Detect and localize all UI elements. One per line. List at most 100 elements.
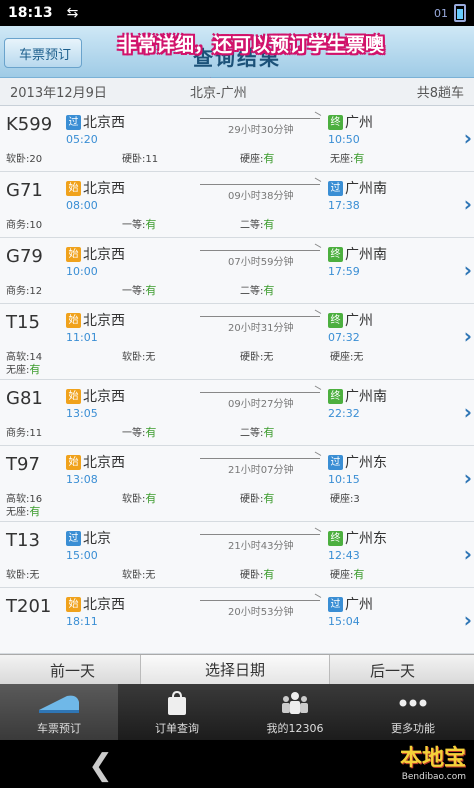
date-nav: 前一天 选择日期 后一天 (0, 654, 474, 685)
departure-station-name: 北京西 (83, 115, 125, 131)
tab-my-12306[interactable]: 我的12306 (236, 684, 354, 740)
train-code: G79 (6, 246, 43, 267)
station-tag-badge: 终 (328, 389, 343, 404)
status-bar: 18:13 ⇆ 01 (0, 0, 474, 26)
arrival-time: 17:59 (328, 265, 360, 278)
tab-more-functions[interactable]: 更多功能 (354, 684, 472, 740)
train-code: T201 (6, 596, 52, 617)
train-code: T15 (6, 312, 40, 333)
seat-type: 软卧: (122, 352, 146, 363)
seat-type: 一等: (122, 220, 146, 231)
watermark: 本地宝 Bendibao.com (400, 740, 466, 782)
seat-count: 有 (145, 492, 157, 505)
chevron-right-icon: › (463, 258, 472, 282)
seat-info: 二等:有 (240, 282, 274, 298)
seat-type: 一等: (122, 428, 146, 439)
prev-day-button[interactable]: 前一天 (50, 660, 95, 681)
station-tag-badge: 始 (66, 389, 81, 404)
station-tag-badge: 终 (328, 115, 343, 130)
seat-type: 无座: (330, 154, 354, 165)
seat-type: 无座: (6, 365, 30, 376)
station-tag-badge: 始 (66, 247, 81, 262)
arrival-station-name: 广州东 (345, 455, 387, 471)
seat-info: 硬卧:有 (240, 566, 274, 582)
seat-count: 有 (29, 505, 41, 518)
tab-label: 订单查询 (155, 722, 199, 735)
seat-availability: 商务:10 一等:有 二等:有 (0, 216, 474, 236)
seat-count: 10 (29, 220, 43, 231)
departure-station: 始北京西 (66, 386, 125, 406)
travel-duration: 09小时38分钟 (228, 191, 294, 202)
bag-icon (168, 690, 186, 715)
departure-station-name: 北京西 (83, 455, 125, 471)
train-row[interactable]: T97 始北京西 13:08 21小时07分钟过广州东 10:15 高软:16 软卧:有 硬卧… (0, 446, 474, 522)
arrival-time: 22:32 (328, 407, 360, 420)
train-count: 共8趟车 (416, 86, 464, 101)
train-row[interactable]: G81 始北京西 13:05 09小时27分钟终广州南 22:32 商务:11 一等:有 二等… (0, 380, 474, 446)
status-time: 18:13 (8, 5, 53, 21)
next-day-button[interactable]: 后一天 (370, 660, 415, 681)
station-tag-badge: 过 (328, 455, 343, 470)
travel-duration: 20小时31分钟 (228, 323, 294, 334)
arrival-station: 过广州 (328, 594, 373, 614)
seat-info: 商务:11 (6, 424, 42, 439)
seat-count: 3 (353, 494, 360, 505)
departure-time: 13:08 (66, 473, 98, 486)
seat-count: 11 (145, 154, 159, 165)
departure-station: 过北京 (66, 528, 111, 548)
seat-availability (0, 632, 474, 652)
seat-type: 硬卧: (240, 352, 264, 363)
train-row[interactable]: G79 始北京西 10:00 07小时59分钟终广州南 17:59 商务:12 一等:有 二等… (0, 238, 474, 304)
seat-count: 11 (29, 428, 43, 439)
seat-count: 有 (145, 218, 157, 231)
train-row[interactable]: G71 始北京西 08:00 09小时38分钟过广州南 17:38 商务:10 一等:有 二等… (0, 172, 474, 238)
departure-time: 13:05 (66, 407, 98, 420)
arrival-time: 10:15 (328, 473, 360, 486)
duration-arrow-icon (200, 392, 320, 393)
seat-info: 商务:12 (6, 282, 42, 297)
seat-count: 有 (353, 152, 365, 165)
station-tag-badge: 终 (328, 531, 343, 546)
duration-arrow-icon (200, 458, 320, 459)
tab-ticket-booking[interactable]: 车票预订 (0, 684, 118, 740)
seat-type: 硬座: (330, 352, 354, 363)
seat-info: 一等:有 (122, 216, 156, 232)
tab-bar: 车票预订 订单查询 我的12306 更多功能 (0, 684, 474, 740)
train-code: G71 (6, 180, 43, 201)
arrival-station: 过广州东 (328, 452, 387, 472)
train-row[interactable]: K599 过北京西 05:20 29小时30分钟终广州 10:50 软卧:20 硬卧:11 硬… (0, 106, 474, 172)
seat-info: 软卧:无 (122, 566, 155, 581)
seat-type: 硬卧: (122, 154, 146, 165)
train-code: T13 (6, 530, 40, 551)
train-code: T97 (6, 454, 40, 475)
arrival-station-name: 广州 (345, 313, 373, 329)
seat-info: 软卧:无 (6, 566, 39, 581)
seat-count: 无 (145, 352, 156, 363)
annotation-text: 非常详细，还可以预订学生票噢 (118, 34, 385, 56)
seat-type: 软卧: (6, 154, 30, 165)
seat-info: 硬卧:11 (122, 150, 158, 165)
system-back-icon[interactable]: ❮ (88, 748, 113, 783)
seat-type: 硬卧: (240, 494, 264, 505)
select-date-button[interactable]: 选择日期 (140, 655, 330, 685)
travel-duration: 20小时53分钟 (228, 607, 294, 618)
train-row[interactable]: T15 始北京西 11:01 20小时31分钟终广州 07:32 高软:14 软卧:无 硬卧:… (0, 304, 474, 380)
train-row[interactable]: T13 过北京 15:00 21小时43分钟终广州东 12:43 软卧:无 软卧:无 硬卧:有… (0, 522, 474, 588)
travel-duration: 09小时27分钟 (228, 399, 294, 410)
train-row[interactable]: T201 始北京西 18:11 20小时53分钟过广州 15:04 › (0, 588, 474, 654)
station-tag-badge: 过 (328, 181, 343, 196)
seat-type: 二等: (240, 286, 264, 297)
seat-count: 无 (145, 570, 156, 581)
seat-count: 无 (29, 570, 40, 581)
train-list[interactable]: K599 过北京西 05:20 29小时30分钟终广州 10:50 软卧:20 硬卧:11 硬… (0, 106, 474, 654)
tab-order-query[interactable]: 订单查询 (118, 684, 236, 740)
seat-info: 硬卧:无 (240, 348, 273, 363)
chevron-right-icon: › (463, 542, 472, 566)
departure-time: 08:00 (66, 199, 98, 212)
arrival-station-name: 广州东 (345, 531, 387, 547)
seat-count: 有 (263, 492, 275, 505)
train-code: G81 (6, 388, 43, 409)
seat-count: 有 (263, 152, 275, 165)
departure-station-name: 北京西 (83, 247, 125, 263)
seat-count: 12 (29, 286, 43, 297)
